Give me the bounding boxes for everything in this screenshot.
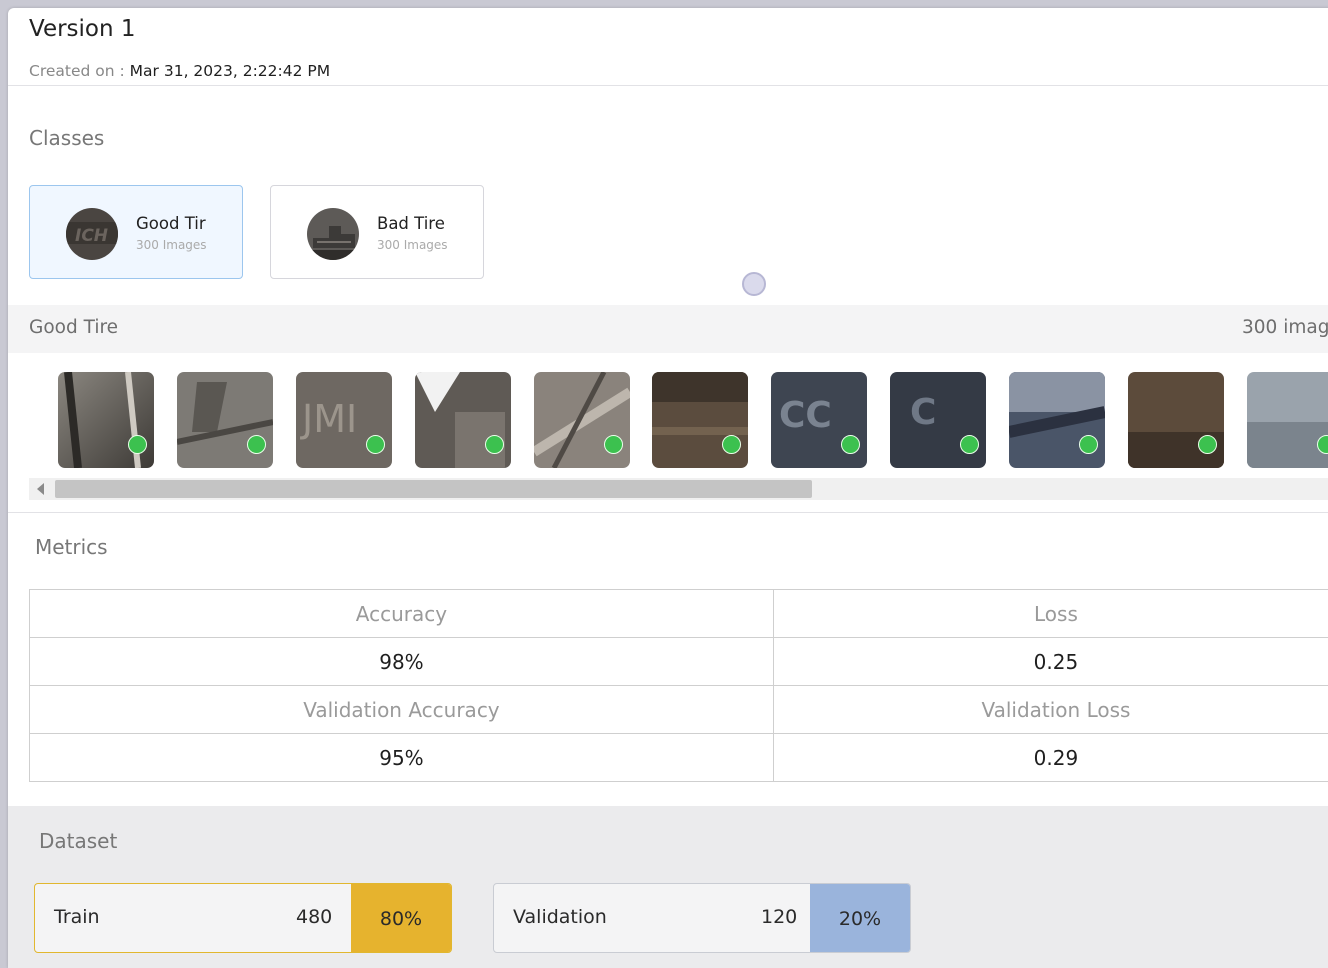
check-circle-icon: [1079, 435, 1098, 454]
train-split: Train 480 80%: [34, 883, 452, 953]
check-circle-icon: [1198, 435, 1217, 454]
validation-accuracy-label: Validation Accuracy: [30, 686, 774, 734]
svg-text:C: C: [910, 392, 936, 433]
image-thumbnail[interactable]: [58, 372, 154, 468]
image-thumbnail[interactable]: [1247, 372, 1328, 468]
validation-loss-value: 0.29: [773, 734, 1328, 782]
version-title: Version 1: [29, 16, 136, 42]
check-circle-icon: [366, 435, 385, 454]
loss-value: 0.25: [773, 638, 1328, 686]
validation-loss-label: Validation Loss: [773, 686, 1328, 734]
class-card-good-tire[interactable]: ICH Good Tir 300 Images: [29, 185, 243, 279]
accuracy-label: Accuracy: [30, 590, 774, 638]
class-name: Bad Tire: [377, 214, 445, 233]
pointer-cursor: [742, 272, 766, 296]
selected-class-count: 300 images: [1242, 317, 1328, 338]
table-row: 98% 0.25: [30, 638, 1328, 686]
table-row: Validation Accuracy Validation Loss: [30, 686, 1328, 734]
accuracy-value: 98%: [30, 638, 774, 686]
check-circle-icon: [960, 435, 979, 454]
validation-count: 120: [761, 906, 797, 928]
validation-percent: 20%: [810, 884, 910, 953]
version-panel: Version 1 Created on : Mar 31, 2023, 2:2…: [8, 8, 1328, 968]
scrollbar-thumb[interactable]: [55, 480, 812, 498]
version-header: Version 1 Created on : Mar 31, 2023, 2:2…: [8, 8, 1328, 86]
classes-heading: Classes: [29, 126, 104, 150]
class-image-count: 300 Images: [377, 238, 448, 252]
table-row: Accuracy Loss: [30, 590, 1328, 638]
validation-split: Validation 120 20%: [493, 883, 911, 953]
svg-text:ICH: ICH: [75, 226, 108, 246]
dataset-heading: Dataset: [39, 829, 117, 853]
check-circle-icon: [841, 435, 860, 454]
metrics-heading: Metrics: [35, 535, 108, 559]
created-on: Created on : Mar 31, 2023, 2:22:42 PM: [29, 62, 330, 80]
selected-class-bar: Good Tire 300 images: [8, 305, 1328, 353]
image-thumbnail[interactable]: [415, 372, 511, 468]
check-circle-icon: [128, 435, 147, 454]
image-thumbnail[interactable]: C: [890, 372, 986, 468]
check-circle-icon: [604, 435, 623, 454]
image-thumbnail[interactable]: JMI: [296, 372, 392, 468]
image-thumbnail[interactable]: [177, 372, 273, 468]
validation-label: Validation: [513, 906, 607, 928]
divider: [8, 512, 1328, 513]
loss-label: Loss: [773, 590, 1328, 638]
check-circle-icon: [722, 435, 741, 454]
created-label: Created on :: [29, 62, 125, 80]
table-row: 95% 0.29: [30, 734, 1328, 782]
image-thumbnail[interactable]: [534, 372, 630, 468]
svg-text:CC: CC: [779, 395, 832, 436]
class-image-count: 300 Images: [136, 238, 207, 252]
selected-class-name: Good Tire: [29, 317, 118, 338]
train-percent: 80%: [351, 884, 451, 953]
class-card-bad-tire[interactable]: Bad Tire 300 Images: [270, 185, 484, 279]
image-thumbnail[interactable]: [652, 372, 748, 468]
check-circle-icon: [485, 435, 504, 454]
created-date: Mar 31, 2023, 2:22:42 PM: [130, 62, 330, 80]
train-count: 480: [296, 906, 332, 928]
validation-accuracy-value: 95%: [30, 734, 774, 782]
check-circle-icon: [247, 435, 266, 454]
train-label: Train: [54, 906, 100, 928]
svg-text:JMI: JMI: [300, 397, 357, 441]
class-thumbnail: [307, 208, 359, 260]
scroll-left-arrow-icon[interactable]: [37, 483, 44, 495]
metrics-table: Accuracy Loss 98% 0.25 Validation Accura…: [29, 589, 1328, 782]
image-thumbnail[interactable]: CC: [771, 372, 867, 468]
class-thumbnail: ICH: [66, 208, 118, 260]
class-name: Good Tir: [136, 214, 206, 233]
image-thumbnail[interactable]: [1128, 372, 1224, 468]
image-thumbnail[interactable]: [1009, 372, 1105, 468]
